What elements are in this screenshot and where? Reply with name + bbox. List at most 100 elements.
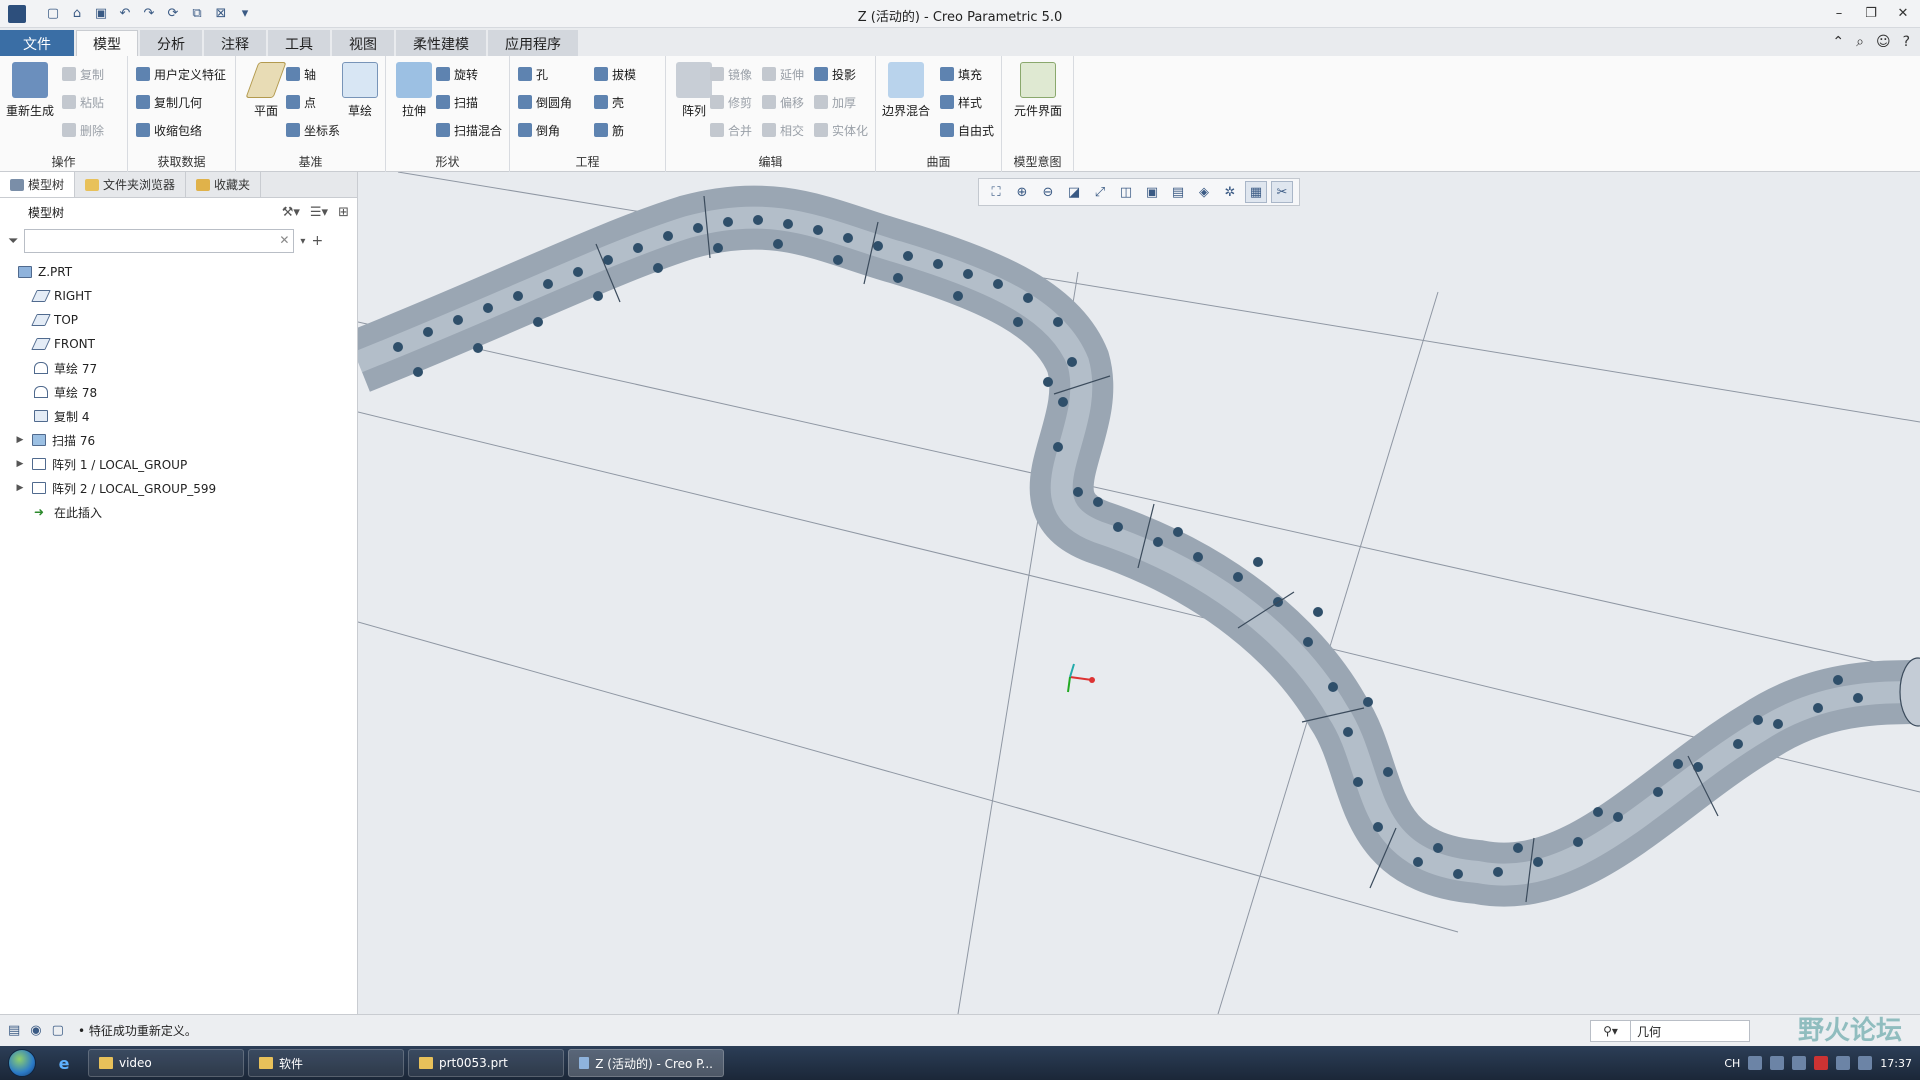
get-data-group-label[interactable]: 获取数据 (128, 153, 235, 170)
restore-icon[interactable]: ❐ (1860, 2, 1882, 24)
collapse-ribbon-icon[interactable]: ⌃ (1832, 34, 1844, 50)
draft-button[interactable]: 拔模 (594, 64, 636, 84)
tab-flexible-modeling[interactable]: 柔性建模 (396, 30, 486, 56)
view-manager-icon[interactable]: ▤ (1167, 181, 1189, 203)
undo-icon[interactable]: ↶ (116, 5, 134, 23)
csys-button[interactable]: 坐标系 (286, 120, 340, 140)
rib-button[interactable]: 筋 (594, 120, 624, 140)
surfaces-group-label[interactable]: 曲面 (876, 153, 1001, 170)
tab-model[interactable]: 模型 (76, 30, 138, 56)
delete-button[interactable]: 删除 (62, 120, 104, 140)
volume-icon[interactable] (1858, 1056, 1873, 1070)
zoom-out-icon[interactable]: ⊖ (1037, 181, 1059, 203)
toggle-browser-icon[interactable]: ◉ (30, 1023, 41, 1038)
sketch-button[interactable]: 草绘 (332, 62, 388, 119)
shell-button[interactable]: 壳 (594, 92, 624, 112)
start-button[interactable] (0, 1046, 44, 1080)
tree-settings-icon[interactable]: ⚒▾ (282, 205, 300, 220)
axis-button[interactable]: 轴 (286, 64, 316, 84)
component-interface-button[interactable]: 元件界面 (1010, 62, 1066, 119)
regenerate-qat-icon[interactable]: ⟳ (164, 5, 182, 23)
security-icon[interactable] (1814, 1056, 1829, 1070)
tree-item-pattern-1[interactable]: ▶ 阵列 1 / LOCAL_GROUP (0, 452, 357, 476)
spin-center-icon[interactable]: ✂ (1271, 181, 1293, 203)
zoom-in-icon[interactable]: ⊕ (1011, 181, 1033, 203)
tab-applications[interactable]: 应用程序 (488, 30, 578, 56)
extrude-button[interactable]: 拉伸 (386, 62, 442, 119)
filter-icon[interactable]: ⏷ (8, 234, 18, 249)
help-tray-icon[interactable] (1770, 1056, 1785, 1070)
engineering-group-label[interactable]: 工程 (510, 153, 665, 170)
tree-item-pattern-2[interactable]: ▶ 阵列 2 / LOCAL_GROUP_599 (0, 476, 357, 500)
tree-item-copy-4[interactable]: 复制 4 (0, 404, 357, 428)
sweep-button[interactable]: 扫描 (436, 92, 478, 112)
operations-group-label[interactable]: 操作 (0, 153, 127, 170)
tab-annotate[interactable]: 注释 (204, 30, 266, 56)
expand-icon[interactable]: ▶ (14, 435, 26, 445)
offset-button[interactable]: 偏移 (762, 92, 804, 112)
search-icon[interactable]: ⌕ (1856, 34, 1864, 50)
refit-icon[interactable]: ⛶ (985, 181, 1007, 203)
expand-icon[interactable]: ▶ (14, 459, 26, 469)
editing-group-label[interactable]: 编辑 (666, 153, 875, 170)
selection-filter[interactable]: ⚲▾ 几何 (1590, 1020, 1750, 1042)
search-dropdown-icon[interactable]: ▾ (300, 236, 305, 247)
tree-search-input[interactable] (25, 230, 266, 252)
reorient-icon[interactable]: ⤢ (1089, 181, 1111, 203)
model-intent-group-label[interactable]: 模型意图 (1002, 153, 1073, 170)
toggle-fullscreen-icon[interactable]: ▢ (52, 1023, 64, 1038)
fill-button[interactable]: 填充 (940, 64, 982, 84)
tab-tools[interactable]: 工具 (268, 30, 330, 56)
saved-views-icon[interactable]: ◫ (1115, 181, 1137, 203)
clock[interactable]: 17:37 (1880, 1057, 1912, 1070)
windows-icon[interactable]: ⧉ (188, 5, 206, 23)
user-icon[interactable]: ☺ (1876, 34, 1891, 50)
tree-item-part[interactable]: Z.PRT (0, 260, 357, 284)
tab-analysis[interactable]: 分析 (140, 30, 202, 56)
tree-item-front[interactable]: FRONT (0, 332, 357, 356)
datum-display-icon[interactable]: ✲ (1219, 181, 1241, 203)
language-indicator[interactable]: CH (1724, 1057, 1740, 1070)
close-icon[interactable]: ✕ (1892, 2, 1914, 24)
new-file-icon[interactable]: ▢ (44, 5, 62, 23)
tree-item-sketch-78[interactable]: 草绘 78 (0, 380, 357, 404)
app-logo-icon[interactable] (8, 4, 26, 23)
toggle-navigator-icon[interactable]: ▤ (8, 1023, 20, 1038)
tab-file[interactable]: 文件 (0, 30, 74, 56)
round-button[interactable]: 倒圆角 (518, 92, 572, 112)
revolve-button[interactable]: 旋转 (436, 64, 478, 84)
taskbar-item-creo[interactable]: Z (活动的) - Creo P... (568, 1049, 724, 1077)
paste-button[interactable]: 粘贴 (62, 92, 104, 112)
udf-button[interactable]: 用户定义特征 (136, 64, 226, 84)
tree-item-insert-here[interactable]: ➜ 在此插入 (0, 500, 357, 524)
tree-columns-icon[interactable]: ⊞ (338, 205, 349, 220)
graphics-viewport[interactable]: ⛶ ⊕ ⊖ ◪ ⤢ ◫ ▣ ▤ ◈ ✲ ▦ ✂ (358, 172, 1920, 1014)
shapes-group-label[interactable]: 形状 (386, 153, 509, 170)
save-icon[interactable]: ▣ (92, 5, 110, 23)
add-filter-icon[interactable]: + (311, 233, 323, 249)
intersect-button[interactable]: 相交 (762, 120, 804, 140)
solidify-button[interactable]: 实体化 (814, 120, 868, 140)
tree-item-right[interactable]: RIGHT (0, 284, 357, 308)
minimize-icon[interactable]: – (1828, 2, 1850, 24)
copy-geometry-button[interactable]: 复制几何 (136, 92, 202, 112)
freestyle-button[interactable]: 自由式 (940, 120, 994, 140)
help-icon[interactable]: ? (1903, 34, 1910, 50)
tab-model-tree[interactable]: 模型树 (0, 172, 76, 197)
display-style-icon[interactable]: ▣ (1141, 181, 1163, 203)
taskbar-item-prt0053[interactable]: prt0053.prt (408, 1049, 564, 1077)
open-file-icon[interactable]: ⌂ (68, 5, 86, 23)
regenerate-button[interactable]: 重新生成 (2, 62, 58, 119)
tab-favorites[interactable]: 收藏夹 (186, 172, 262, 197)
annotation-display-icon[interactable]: ▦ (1245, 181, 1267, 203)
find-icon[interactable]: ⚲▾ (1591, 1021, 1631, 1041)
mirror-button[interactable]: 镜像 (710, 64, 752, 84)
repaint-icon[interactable]: ◪ (1063, 181, 1085, 203)
copy-button[interactable]: 复制 (62, 64, 104, 84)
network-icon[interactable] (1792, 1056, 1807, 1070)
expand-icon[interactable]: ▶ (14, 483, 26, 493)
swept-blend-button[interactable]: 扫描混合 (436, 120, 502, 140)
style-button[interactable]: 样式 (940, 92, 982, 112)
tree-show-icon[interactable]: ☰▾ (310, 205, 328, 220)
boundary-blend-button[interactable]: 边界混合 (876, 62, 936, 119)
